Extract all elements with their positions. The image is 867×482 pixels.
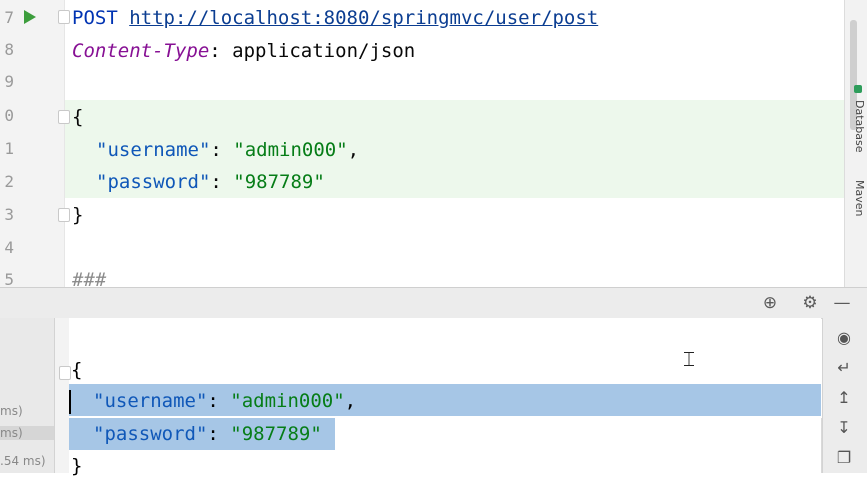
line-number: 4 (4, 238, 14, 257)
line-number: 0 (4, 106, 14, 125)
json-value: "admin000" (230, 390, 345, 412)
line-number: 8 (4, 40, 14, 59)
body-line-password: "password": "987789" (96, 171, 325, 193)
body-open-brace: { (72, 106, 84, 128)
database-icon[interactable] (854, 85, 862, 93)
header-line: Content-Type: application/json (72, 35, 415, 67)
json-key: "password" (93, 423, 208, 445)
line-number: 3 (4, 205, 14, 224)
json-key: "username" (93, 390, 208, 412)
response-line-password: "password": "987789" (93, 423, 322, 445)
line-number: 1 (4, 139, 14, 158)
request-url[interactable]: http://localhost:8080/springmvc/user/pos… (129, 7, 598, 29)
maven-tab[interactable]: Maven (853, 180, 866, 216)
target-icon[interactable]: ⊕ (760, 293, 780, 313)
request-method: POST (72, 7, 118, 29)
response-gutter (55, 318, 69, 473)
mouse-cursor-icon: ⌶ (683, 347, 695, 371)
json-key: "username" (96, 139, 211, 161)
eye-icon[interactable]: ◉ (833, 328, 855, 350)
request-line: POST http://localhost:8080/springmvc/use… (72, 2, 598, 34)
response-line-username: "username": "admin000", (93, 390, 357, 412)
history-item[interactable]: ms) (0, 404, 54, 418)
wrap-icon[interactable]: ↵ (833, 358, 855, 380)
body-line-username: "username": "admin000", (96, 139, 360, 161)
scroll-bottom-icon[interactable]: ↧ (833, 418, 855, 440)
response-tools: ◉ ↵ ↥ ↧ ❐ (822, 318, 867, 473)
response-open-brace: { (71, 359, 83, 381)
body-close-brace: } (72, 204, 84, 226)
editor-gutter: 7 8 9 0 1 2 3 4 5 (0, 0, 65, 289)
json-value: "987789" (233, 171, 325, 193)
copy-icon[interactable]: ❐ (833, 448, 855, 470)
header-value: application/json (220, 40, 416, 62)
history-item[interactable]: .54 ms) (0, 454, 54, 468)
run-request-icon[interactable] (24, 10, 36, 24)
line-number: 9 (4, 72, 14, 91)
fold-marker-icon[interactable] (58, 110, 70, 124)
response-toolbar: ⊕ ⚙ — (0, 287, 867, 319)
right-tool-strip: Database Maven (844, 0, 867, 287)
header-separator: : (209, 40, 221, 62)
scroll-top-icon[interactable]: ↥ (833, 388, 855, 410)
history-item-selected[interactable]: ms) (0, 426, 54, 440)
minimize-icon[interactable]: — (832, 293, 852, 313)
fold-marker-icon[interactable] (59, 366, 71, 380)
line-number: 2 (4, 172, 14, 191)
gear-icon[interactable]: ⚙ (800, 293, 820, 313)
header-key: Content-Type (72, 40, 210, 62)
line-number: 7 (4, 8, 14, 27)
request-history-list: ms) ms) .54 ms) (0, 318, 55, 473)
response-viewer[interactable]: { "username": "admin000", "password": "9… (55, 318, 829, 477)
fold-marker-icon[interactable] (58, 208, 70, 222)
database-tab[interactable]: Database (853, 100, 866, 153)
response-close-brace: } (71, 455, 83, 477)
json-key: "password" (96, 171, 211, 193)
json-value: "987789" (230, 423, 322, 445)
text-cursor (69, 390, 71, 414)
fold-marker-icon[interactable] (58, 10, 70, 24)
json-value: "admin000" (233, 139, 348, 161)
http-request-editor[interactable]: 7 8 9 0 1 2 3 4 5 POST http://localhost:… (0, 0, 867, 291)
